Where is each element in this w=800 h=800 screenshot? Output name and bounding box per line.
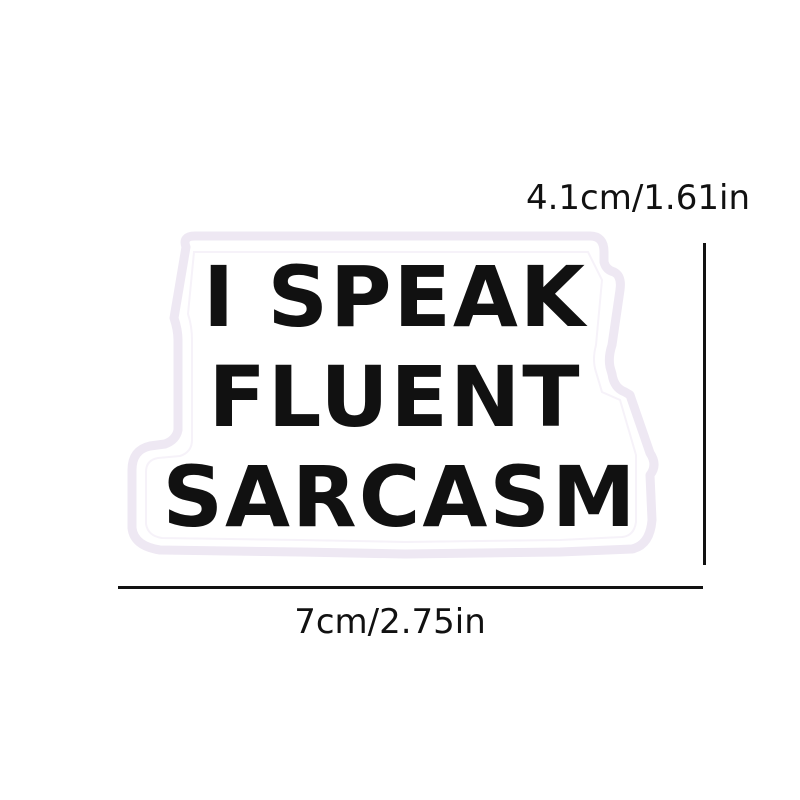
patch-text-line-1: I SPEAK — [202, 248, 588, 346]
height-dimension-label: 4.1cm/1.61in — [525, 178, 750, 218]
product-image: I SPEAK FLUENT SARCASM 4.1cm/1.61in 7cm/… — [0, 0, 800, 800]
height-dimension-line — [703, 243, 706, 565]
patch-text-line-2: FLUENT — [208, 348, 582, 446]
patch-text-line-3: SARCASM — [162, 448, 638, 546]
width-dimension-line — [118, 586, 703, 589]
width-dimension-label: 7cm/2.75in — [294, 602, 486, 642]
